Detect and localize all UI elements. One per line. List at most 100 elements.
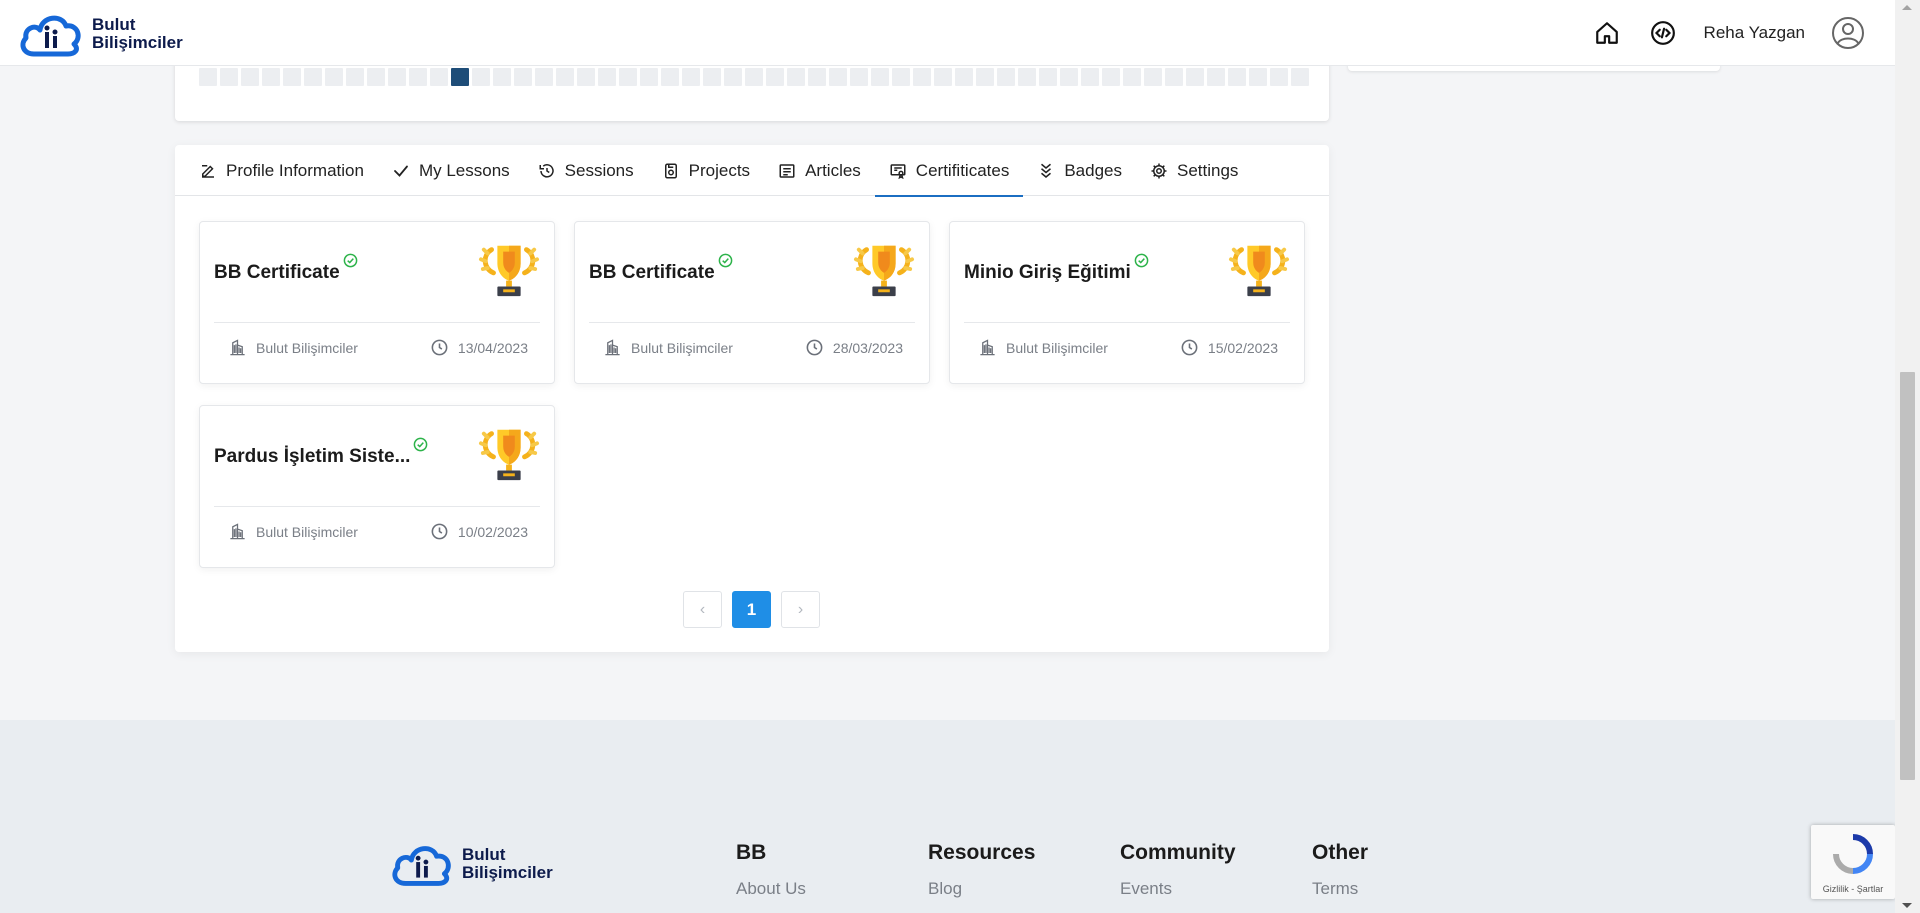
issuer-name: Bulut Bilişimciler — [256, 523, 358, 540]
activity-square[interactable] — [283, 68, 301, 86]
brand-name: Bulut Bilişimciler — [92, 16, 183, 52]
footer-link-blog[interactable]: Blog — [928, 879, 962, 898]
activity-square[interactable] — [1186, 68, 1204, 86]
activity-square[interactable] — [1207, 68, 1225, 86]
home-icon[interactable] — [1592, 18, 1622, 48]
activity-square[interactable] — [1249, 68, 1267, 86]
recaptcha-terms[interactable]: Gizlilik - Şartlar — [1811, 884, 1895, 894]
activity-square[interactable] — [346, 68, 364, 86]
tab-settings[interactable]: Settings — [1136, 145, 1252, 196]
activity-square[interactable] — [367, 68, 385, 86]
activity-square[interactable] — [325, 68, 343, 86]
certificate-card[interactable]: Pardus İşletim Siste... Bulut Bilişimcile… — [199, 405, 555, 568]
footer-link-events[interactable]: Events — [1120, 879, 1172, 898]
pagination: ‹ 1 › — [683, 591, 820, 628]
footer-link-terms[interactable]: Terms — [1312, 879, 1358, 898]
activity-square[interactable] — [850, 68, 868, 86]
activity-square[interactable] — [535, 68, 553, 86]
tab-label: Profile Information — [226, 160, 364, 180]
activity-square[interactable] — [220, 68, 238, 86]
activity-square[interactable] — [493, 68, 511, 86]
tab-lessons[interactable]: My Lessons — [378, 145, 524, 196]
tab-projects[interactable]: Projects — [648, 145, 764, 196]
tab-certificates[interactable]: Certifiticates — [874, 145, 1024, 197]
footer-column-bb: BB About Us — [736, 841, 806, 899]
activity-square[interactable] — [304, 68, 322, 86]
scroll-up-arrow-icon[interactable] — [1902, 5, 1912, 10]
activity-square[interactable] — [745, 68, 763, 86]
footer-logo[interactable]: Bulut Bilişimciler — [390, 840, 553, 888]
tab-profile[interactable]: Profile Information — [185, 145, 378, 196]
page-scrollbar[interactable] — [1895, 0, 1920, 913]
activity-square[interactable] — [1060, 68, 1078, 86]
tab-articles[interactable]: Articles — [764, 145, 875, 196]
activity-square[interactable] — [619, 68, 637, 86]
activity-square[interactable] — [199, 68, 217, 86]
activity-square[interactable] — [661, 68, 679, 86]
activity-square[interactable] — [1102, 68, 1120, 86]
activity-square[interactable] — [577, 68, 595, 86]
building-icon — [228, 522, 247, 541]
activity-square[interactable] — [1081, 68, 1099, 86]
tab-label: Articles — [805, 160, 861, 180]
article-icon — [778, 162, 796, 180]
activity-square[interactable] — [1039, 68, 1057, 86]
activity-square[interactable] — [1270, 68, 1288, 86]
activity-square[interactable] — [1018, 68, 1036, 86]
code-icon[interactable] — [1648, 18, 1678, 48]
activity-square[interactable] — [451, 68, 469, 86]
avatar[interactable] — [1831, 16, 1865, 50]
activity-square[interactable] — [1123, 68, 1141, 86]
activity-square[interactable] — [430, 68, 448, 86]
recaptcha-badge[interactable]: Gizlilik - Şartlar — [1811, 825, 1895, 899]
activity-square[interactable] — [1228, 68, 1246, 86]
page-1-button[interactable]: 1 — [732, 591, 771, 628]
tab-badges[interactable]: Badges — [1023, 145, 1136, 196]
activity-square[interactable] — [997, 68, 1015, 86]
activity-square[interactable] — [976, 68, 994, 86]
issuer-name: Bulut Bilişimciler — [631, 339, 733, 356]
activity-square[interactable] — [892, 68, 910, 86]
tab-label: Projects — [688, 160, 751, 180]
brand-logo[interactable]: Bulut Bilişimciler — [18, 10, 183, 58]
activity-square[interactable] — [1144, 68, 1162, 86]
activity-square[interactable] — [871, 68, 889, 86]
date-text: 28/03/2023 — [832, 339, 903, 356]
activity-square[interactable] — [1165, 68, 1183, 86]
activity-square[interactable] — [388, 68, 406, 86]
next-page-button[interactable]: › — [781, 591, 820, 628]
tab-sessions[interactable]: Sessions — [524, 145, 648, 196]
activity-square[interactable] — [640, 68, 658, 86]
clock-icon — [430, 522, 449, 541]
activity-square[interactable] — [262, 68, 280, 86]
activity-square[interactable] — [598, 68, 616, 86]
activity-square[interactable] — [934, 68, 952, 86]
certificate-card[interactable]: BB Certificate Bulut Bilişimciler 28/03/20… — [574, 221, 930, 384]
scroll-thumb[interactable] — [1900, 372, 1915, 780]
activity-square[interactable] — [514, 68, 532, 86]
certificate-card[interactable]: BB Certificate Bulut Bilişimciler 13/04/20… — [199, 221, 555, 384]
activity-square[interactable] — [1291, 68, 1309, 86]
footer-link-about[interactable]: About Us — [736, 879, 806, 898]
activity-square[interactable] — [829, 68, 847, 86]
activity-square[interactable] — [409, 68, 427, 86]
activity-square[interactable] — [703, 68, 721, 86]
card-divider — [964, 322, 1290, 323]
activity-square[interactable] — [724, 68, 742, 86]
activity-square[interactable] — [682, 68, 700, 86]
activity-square[interactable] — [472, 68, 490, 86]
activity-square[interactable] — [913, 68, 931, 86]
activity-square[interactable] — [241, 68, 259, 86]
activity-square[interactable] — [766, 68, 784, 86]
user-name[interactable]: Reha Yazgan — [1704, 23, 1805, 43]
activity-square[interactable] — [787, 68, 805, 86]
prev-page-button[interactable]: ‹ — [683, 591, 722, 628]
certificate-card[interactable]: Minio Giriş Eğitimi Bulut Bilişimciler 15/… — [949, 221, 1305, 384]
certificate-issuer: Bulut Bilişimciler — [603, 338, 733, 357]
check-icon — [392, 162, 410, 180]
activity-square[interactable] — [808, 68, 826, 86]
activity-square[interactable] — [556, 68, 574, 86]
scroll-down-arrow-icon[interactable] — [1902, 903, 1912, 908]
activity-square[interactable] — [955, 68, 973, 86]
footer-column-title: Community — [1120, 841, 1236, 864]
